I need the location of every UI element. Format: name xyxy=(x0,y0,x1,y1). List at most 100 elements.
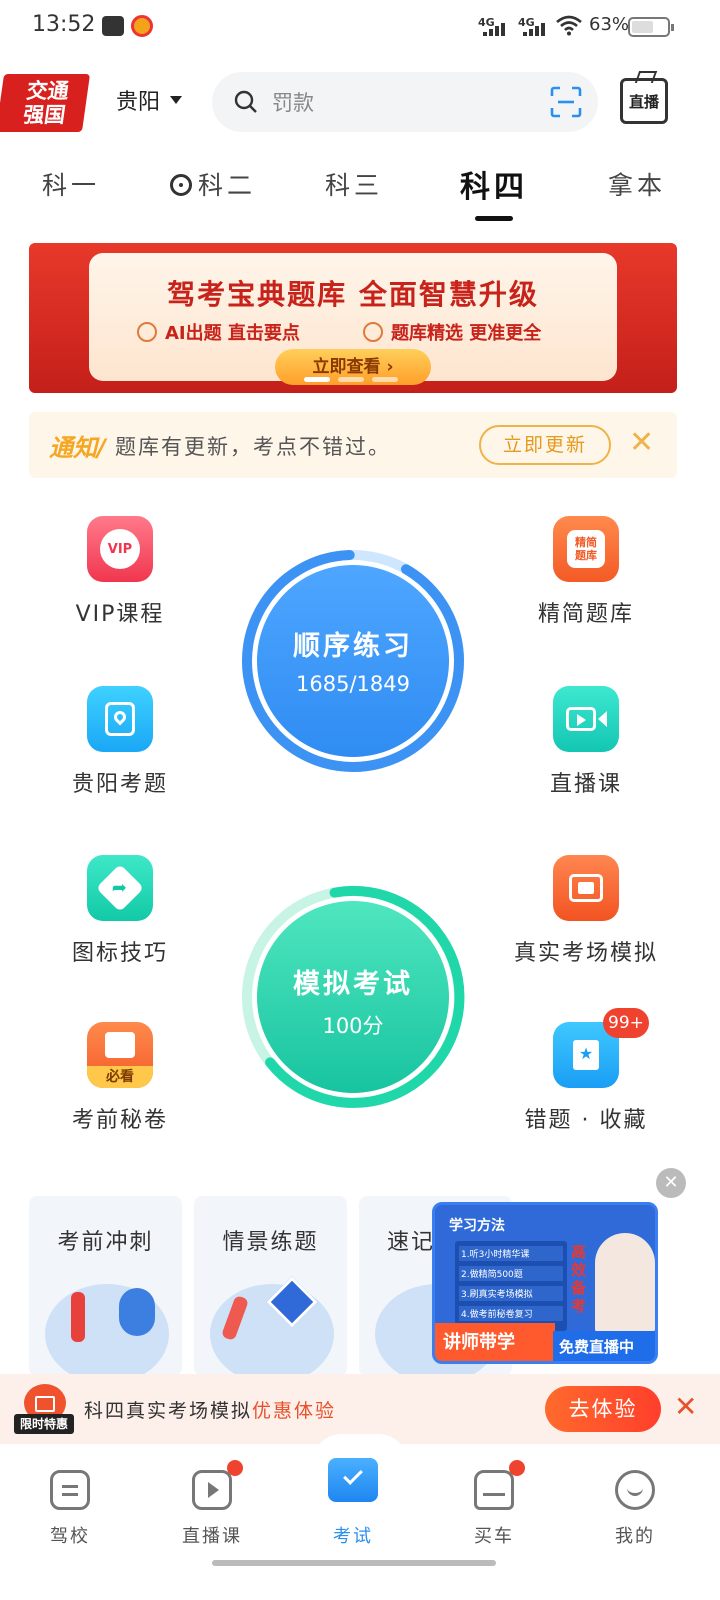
nav-driving-school[interactable]: 驾校 xyxy=(25,1470,115,1548)
live-button[interactable]: 直播 xyxy=(620,78,668,124)
promo-highlight: 优惠体验 xyxy=(252,1400,337,1422)
wrong-collect-entry[interactable]: ★ 99+ 错题 · 收藏 xyxy=(486,1008,686,1134)
notice-bar: 通知/ 题库有更新，考点不错过。 立即更新 ✕ xyxy=(29,412,677,478)
nav-exam[interactable]: 考试 xyxy=(308,1458,398,1548)
location-pin-icon xyxy=(87,686,153,752)
sign-tips-entry[interactable]: ➦ 图标技巧 xyxy=(20,855,220,967)
banner-title: 驾考宝典题库 全面智慧升级 xyxy=(167,278,539,311)
pip-badge-left: 讲师带学 xyxy=(435,1323,555,1361)
driving-school-icon xyxy=(50,1470,90,1510)
nav-label: 考试 xyxy=(333,1526,373,1547)
check-circle-icon xyxy=(137,322,157,342)
tab-subject-3[interactable]: 科三 xyxy=(325,166,383,202)
battery-fill xyxy=(632,21,654,33)
banner-point-1-text: AI出题 直击要点 xyxy=(165,323,300,344)
search-icon xyxy=(234,90,257,113)
pre-exam-secret-entry[interactable]: 必看 考前秘卷 xyxy=(20,1022,220,1134)
promo-text: 科四真实考场模拟优惠体验 xyxy=(84,1396,336,1423)
simplified-bank-icon: 精简 题库 xyxy=(553,516,619,582)
status-time: 13:52 xyxy=(32,12,96,37)
nav-red-dot xyxy=(227,1460,243,1476)
practice-title: 顺序练习 xyxy=(293,631,413,662)
pip-method-list: 1.听3小时精华课 2.做精简500题 3.刷真实考场模拟 4.做考前秘卷复习 xyxy=(455,1241,567,1331)
nav-buy-car[interactable]: 买车 xyxy=(449,1460,539,1548)
local-questions-label: 贵阳考题 xyxy=(71,772,168,797)
tab-subject-2[interactable]: 科二 xyxy=(170,166,256,202)
pip-side-text: 高效备考 xyxy=(571,1243,587,1315)
card-scenario-practice[interactable]: 情景练题 xyxy=(194,1196,347,1376)
pip-badge-right: 免费直播中 xyxy=(553,1331,655,1361)
banner-point-2-text: 题库精选 更准更全 xyxy=(391,323,542,344)
exam-score: 100分 xyxy=(322,1014,384,1038)
caret-down-icon xyxy=(170,96,183,104)
update-now-button[interactable]: 立即更新 xyxy=(479,425,611,465)
simplified-bank-label: 精简题库 xyxy=(537,602,634,627)
pip-method-item: 3.刷真实考场模拟 xyxy=(459,1286,563,1301)
live-course-label: 直播课 xyxy=(549,772,622,797)
banner-pager xyxy=(304,377,398,382)
app-logo[interactable]: 交通 强国 xyxy=(0,74,91,132)
wrong-count-badge: 99+ xyxy=(603,1008,649,1038)
nav-label: 买车 xyxy=(474,1526,514,1547)
tv-play-icon xyxy=(192,1470,232,1510)
card-label: 考前冲刺 xyxy=(57,1230,154,1255)
real-exam-sim-entry[interactable]: 真实考场模拟 xyxy=(486,855,686,967)
practice-progress-text: 1685/1849 xyxy=(296,672,410,696)
pip-title: 学习方法 xyxy=(449,1218,505,1234)
try-now-button[interactable]: 去体验 xyxy=(545,1386,661,1432)
nav-mine[interactable]: 我的 xyxy=(590,1470,680,1548)
home-indicator xyxy=(212,1560,496,1566)
tab-get-license[interactable]: 拿本 xyxy=(608,166,666,202)
vip-badge-icon: VIP xyxy=(87,516,153,582)
monitor-icon xyxy=(553,855,619,921)
nav-red-dot xyxy=(509,1460,525,1476)
search-bar[interactable]: 罚款 xyxy=(212,72,598,132)
signal-2-icon xyxy=(523,22,547,36)
notice-close-icon[interactable]: ✕ xyxy=(629,428,654,458)
folder-check-icon xyxy=(328,1458,378,1502)
pip-close-icon[interactable]: ✕ xyxy=(656,1168,686,1198)
logo-line-2: 强国 xyxy=(21,103,67,127)
nav-label: 直播课 xyxy=(182,1526,242,1547)
secret-paper-icon: 必看 xyxy=(87,1022,153,1088)
bottom-nav: 驾校 直播课 考试 买车 我的 xyxy=(0,1434,720,1600)
check-circle-icon xyxy=(363,322,383,342)
promo-text-main: 科四真实考场模拟 xyxy=(84,1400,253,1422)
smile-icon xyxy=(615,1470,655,1510)
tab-subject-4[interactable]: 科四 xyxy=(460,162,528,206)
pip-method-item: 4.做考前秘卷复习 xyxy=(459,1306,563,1321)
card-pre-exam-sprint[interactable]: 考前冲刺 xyxy=(29,1196,182,1376)
floating-live-video[interactable]: 学习方法 1.听3小时精华课 2.做精简500题 3.刷真实考场模拟 4.做考前… xyxy=(432,1202,658,1364)
notice-tag: 通知/ xyxy=(49,434,106,462)
limited-offer-tag: 限时特惠 xyxy=(14,1414,74,1434)
city-label: 贵阳 xyxy=(116,90,161,115)
status-bar: 13:52 4G 4G 63% xyxy=(0,0,720,52)
secret-badge: 必看 xyxy=(87,1066,153,1088)
nav-label: 驾校 xyxy=(50,1526,90,1547)
wrong-collect-label: 错题 · 收藏 xyxy=(524,1108,648,1133)
promo-close-icon[interactable]: ✕ xyxy=(674,1392,697,1422)
promo-banner[interactable]: 驾考宝典题库 全面智慧升级 AI出题 直击要点 题库精选 更准更全 立即查看 › xyxy=(29,243,677,393)
tab-subject-2-label: 科二 xyxy=(198,171,257,200)
nav-label: 我的 xyxy=(615,1526,655,1547)
scan-icon[interactable] xyxy=(550,86,582,118)
sequential-practice-button[interactable]: 顺序练习 1685/1849 xyxy=(240,548,466,774)
vip-course-entry[interactable]: VIP VIP课程 xyxy=(20,516,220,628)
banner-point-1: AI出题 直击要点 xyxy=(137,319,300,345)
simplified-bank-icon-text: 精简 题库 xyxy=(567,530,605,568)
pip-method-item: 2.做精简500题 xyxy=(459,1266,563,1281)
live-button-label: 直播 xyxy=(628,92,659,111)
top-header: 交通 强国 贵阳 罚款 直播 xyxy=(0,62,720,142)
exam-title: 模拟考试 xyxy=(293,969,413,1000)
battery-percent: 63% xyxy=(589,14,630,35)
local-questions-entry[interactable]: 贵阳考题 xyxy=(20,686,220,798)
city-selector[interactable]: 贵阳 xyxy=(116,84,183,116)
nav-live-course[interactable]: 直播课 xyxy=(167,1460,257,1548)
live-course-entry[interactable]: 直播课 xyxy=(486,686,686,798)
tab-subject-1[interactable]: 科一 xyxy=(42,166,100,202)
simplified-bank-entry[interactable]: 精简 题库 精简题库 xyxy=(486,516,686,628)
mock-exam-button[interactable]: 模拟考试 100分 xyxy=(240,884,466,1110)
pip-method-item: 1.听3小时精华课 xyxy=(459,1246,563,1261)
subject-tabs: 科一 科二 科三 科四 拿本 xyxy=(0,156,720,226)
car-icon xyxy=(474,1470,514,1510)
